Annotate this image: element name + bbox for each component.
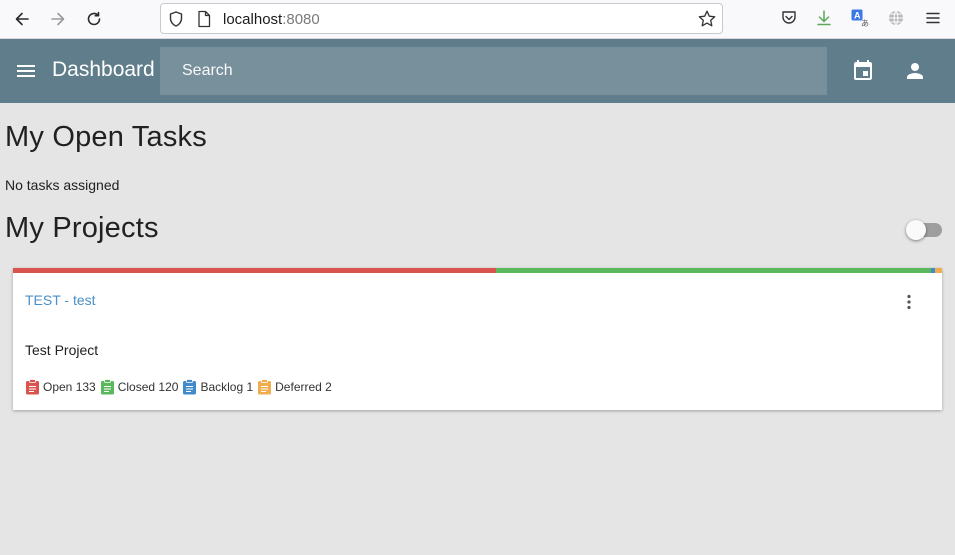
search-input[interactable]: [160, 47, 827, 95]
stat-item: Backlog 1: [182, 379, 253, 395]
calendar-icon[interactable]: [851, 59, 875, 83]
translate-icon[interactable]: Aあ: [850, 8, 870, 28]
stat-item: Open 133: [25, 379, 96, 395]
shield-icon[interactable]: [167, 10, 185, 33]
download-icon[interactable]: [814, 8, 834, 28]
url-port: :8080: [282, 11, 320, 28]
clipboard-icon: [182, 379, 200, 395]
stat-label: Closed 120: [117, 380, 179, 394]
project-link[interactable]: TEST - test: [25, 292, 96, 308]
url-text: localhost:8080: [223, 11, 320, 28]
reload-icon[interactable]: [83, 8, 105, 30]
pocket-icon[interactable]: [779, 8, 799, 28]
app-header: Dashboard: [0, 39, 955, 103]
globe-icon[interactable]: [886, 8, 906, 28]
progress-segment-deferred: [934, 268, 942, 273]
url-host: localhost: [223, 11, 283, 28]
bookmark-star-icon[interactable]: [697, 9, 717, 34]
hamburger-menu-icon[interactable]: [14, 59, 38, 83]
projects-toggle[interactable]: [906, 220, 942, 240]
account-icon[interactable]: [903, 59, 927, 83]
stat-label: Open 133: [43, 380, 96, 394]
page-icon: [196, 10, 212, 33]
project-description: Test Project: [25, 342, 99, 358]
toggle-thumb: [906, 220, 926, 240]
browser-toolbar: localhost:8080 Aあ: [0, 0, 955, 39]
project-stats: Open 133 Closed 120 Backlog 1 Deferred 2: [25, 379, 336, 395]
stat-label: Deferred 2: [275, 380, 332, 394]
address-bar[interactable]: localhost:8080: [160, 3, 723, 34]
search-container: [160, 47, 827, 95]
stat-item: Deferred 2: [257, 379, 332, 395]
project-progress-bar: [13, 268, 942, 273]
svg-text:あ: あ: [861, 19, 869, 28]
project-card: TEST - test Test Project Open 133 Closed …: [13, 268, 942, 410]
more-vert-icon[interactable]: [899, 292, 919, 312]
no-tasks-message: No tasks assigned: [5, 177, 120, 193]
open-tasks-heading: My Open Tasks: [5, 121, 207, 153]
stat-label: Backlog 1: [200, 380, 254, 394]
app-title: Dashboard: [52, 58, 155, 81]
progress-segment-closed: [495, 268, 932, 273]
clipboard-icon: [25, 379, 43, 395]
clipboard-icon: [100, 379, 118, 395]
back-icon[interactable]: [11, 8, 33, 30]
progress-segment-open: [13, 268, 496, 273]
forward-icon[interactable]: [47, 8, 69, 30]
clipboard-icon: [257, 379, 275, 395]
browser-menu-icon[interactable]: [923, 8, 943, 28]
projects-heading: My Projects: [5, 212, 159, 244]
svg-text:A: A: [854, 11, 861, 21]
stat-item: Closed 120: [100, 379, 179, 395]
